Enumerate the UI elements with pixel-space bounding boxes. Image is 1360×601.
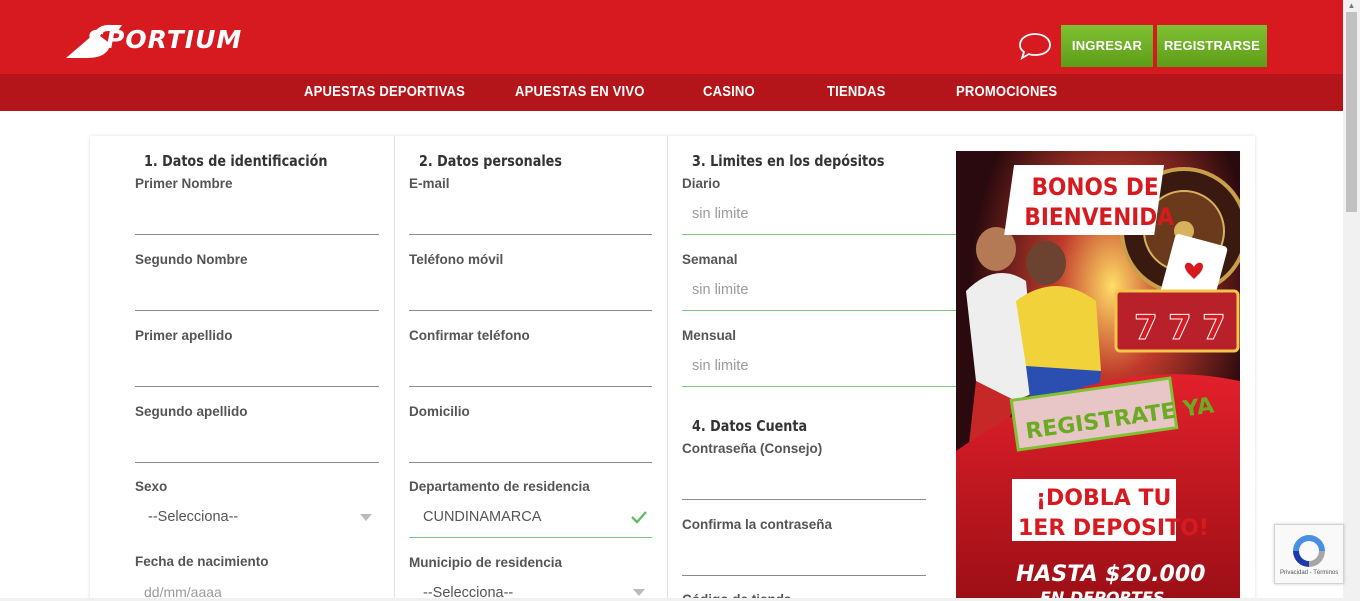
municipality-label: Municipio de residencia <box>409 555 563 570</box>
nav-item-casino[interactable]: CASINO <box>703 74 755 111</box>
confirm-phone-label: Confirmar teléfono <box>409 328 530 343</box>
email-input[interactable] <box>409 234 652 235</box>
svg-text:7: 7 <box>1202 308 1226 348</box>
first-name-label: Primer Nombre <box>135 176 233 191</box>
welcome-bonus-banner[interactable]: 7 7 7 BONOS DE BIENVENIDA REGISTRATE YA … <box>956 151 1240 601</box>
nav-item-apuestas-en-vivo[interactable]: APUESTAS EN VIVO <box>515 74 645 111</box>
login-button[interactable]: INGRESAR <box>1061 25 1153 67</box>
confirm-password-label: Confirma la contraseña <box>682 517 833 532</box>
monthly-limit-input[interactable]: sin limite <box>692 358 748 374</box>
first-surname-input[interactable] <box>135 386 379 387</box>
sex-label: Sexo <box>135 479 168 494</box>
second-surname-label: Segundo apellido <box>135 404 248 419</box>
department-underline <box>409 537 652 538</box>
department-select[interactable]: CUNDINAMARCA <box>423 509 541 525</box>
banner-artwork: 7 7 7 BONOS DE BIENVENIDA REGISTRATE YA … <box>956 151 1240 601</box>
password-input[interactable] <box>682 499 926 500</box>
svg-text:7: 7 <box>1168 308 1192 348</box>
banner-offer-2: 1ER DEPOSITO! <box>1018 516 1209 541</box>
nav-item-apuestas-deportivas[interactable]: APUESTAS DEPORTIVAS <box>304 74 465 111</box>
second-name-input[interactable] <box>135 310 379 311</box>
daily-limit-input[interactable]: sin limite <box>692 206 748 222</box>
address-label: Domicilio <box>409 404 470 419</box>
chevron-down-icon[interactable] <box>360 514 372 521</box>
section-title-identification: 1. Datos de identificación <box>144 152 328 170</box>
nav-item-tiendas[interactable]: TIENDAS <box>827 74 886 111</box>
checkmark-icon <box>631 511 647 524</box>
first-name-input[interactable] <box>135 234 379 235</box>
scroll-up-icon[interactable]: ▲ <box>1343 0 1360 12</box>
nav-item-promociones[interactable]: PROMOCIONES <box>956 74 1057 111</box>
confirm-phone-input[interactable] <box>409 386 652 387</box>
second-surname-input[interactable] <box>135 462 379 463</box>
daily-limit-label: Diario <box>682 176 721 191</box>
address-input[interactable] <box>409 462 652 463</box>
weekly-limit-input[interactable]: sin limite <box>692 282 748 298</box>
register-button[interactable]: REGISTRARSE <box>1157 25 1267 67</box>
banner-offer-1: ¡DOBLA TU <box>1036 486 1171 511</box>
logo-wordmark[interactable]: SPORTIUM <box>87 25 242 54</box>
monthly-limit-underline <box>682 386 956 387</box>
password-label: Contraseña (Consejo) <box>682 441 823 456</box>
column-divider <box>667 136 668 601</box>
weekly-limit-label: Semanal <box>682 252 738 267</box>
section-title-deposit-limits: 3. Limites en los depósitos <box>692 152 885 170</box>
banner-amount-1: HASTA $20.000 <box>1016 562 1205 587</box>
banner-headline-1: BONOS DE <box>1032 174 1159 201</box>
recaptcha-footer[interactable]: Privacidad - Términos <box>1280 570 1338 576</box>
second-name-label: Segundo Nombre <box>135 252 248 267</box>
section-title-personal: 2. Datos personales <box>419 152 562 170</box>
weekly-limit-underline <box>682 310 956 311</box>
monthly-limit-label: Mensual <box>682 328 737 343</box>
recaptcha-icon <box>1293 535 1325 567</box>
confirm-password-input[interactable] <box>682 575 926 576</box>
column-divider <box>394 136 395 601</box>
chat-bubble-icon[interactable] <box>1017 30 1053 62</box>
department-label: Departamento de residencia <box>409 479 590 494</box>
email-label: E-mail <box>409 176 450 191</box>
daily-limit-underline <box>682 234 956 235</box>
chevron-down-icon[interactable] <box>633 589 645 596</box>
birthdate-label: Fecha de nacimiento <box>135 554 269 569</box>
svg-text:7: 7 <box>1134 308 1158 348</box>
section-title-account: 4. Datos Cuenta <box>692 417 808 435</box>
phone-input[interactable] <box>409 310 652 311</box>
main-nav: APUESTAS DEPORTIVAS APUESTAS EN VIVO CAS… <box>0 74 1343 111</box>
banner-headline-2: BIENVENIDA <box>1024 204 1174 231</box>
first-surname-label: Primer apellido <box>135 328 233 343</box>
sex-select[interactable]: --Selecciona-- <box>148 509 238 525</box>
scrollbar-thumb[interactable] <box>1346 12 1357 212</box>
phone-label: Teléfono móvil <box>409 252 504 267</box>
